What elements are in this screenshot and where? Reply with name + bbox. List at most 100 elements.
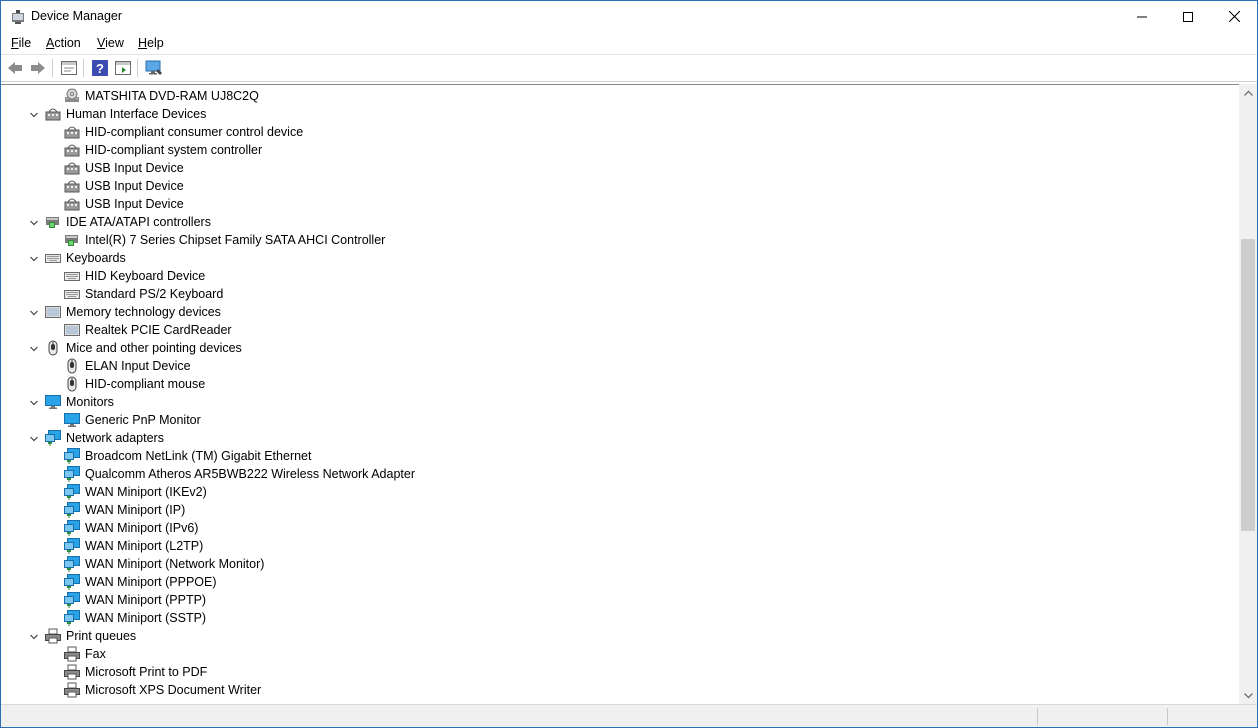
printer-icon bbox=[64, 682, 80, 698]
device-label: MATSHITA DVD-RAM UJ8C2Q bbox=[85, 89, 259, 103]
properties-button[interactable] bbox=[60, 59, 78, 77]
device-label: HID Keyboard Device bbox=[85, 269, 206, 283]
network-adapter-icon bbox=[64, 502, 80, 518]
help-button[interactable]: ? bbox=[91, 59, 109, 77]
device-label: Fax bbox=[85, 647, 106, 661]
chevron-down-icon[interactable] bbox=[29, 307, 39, 317]
tree-device-item[interactable]: HID Keyboard Device bbox=[1, 267, 1239, 285]
tree-device-item[interactable]: HID-compliant mouse bbox=[1, 375, 1239, 393]
back-button[interactable] bbox=[6, 59, 24, 77]
tree-device-item[interactable]: MATSHITA DVD-RAM UJ8C2Q bbox=[1, 87, 1239, 105]
tree-category[interactable]: Mice and other pointing devices bbox=[1, 339, 1239, 357]
tree-device-item[interactable]: USB Input Device bbox=[1, 195, 1239, 213]
tree-device-item[interactable]: Broadcom NetLink (TM) Gigabit Ethernet bbox=[1, 447, 1239, 465]
tree-device-item[interactable]: Intel(R) 7 Series Chipset Family SATA AH… bbox=[1, 231, 1239, 249]
chevron-down-icon[interactable] bbox=[29, 433, 39, 443]
toolbar-separator bbox=[52, 59, 53, 77]
tree-device-item[interactable]: WAN Miniport (PPTP) bbox=[1, 591, 1239, 609]
chevron-down-icon[interactable] bbox=[29, 397, 39, 407]
category-label: Monitors bbox=[66, 395, 114, 409]
chevron-down-icon[interactable] bbox=[29, 631, 39, 641]
status-separator bbox=[1167, 708, 1168, 725]
device-label: USB Input Device bbox=[85, 161, 184, 175]
tree-device-item[interactable]: Realtek PCIE CardReader bbox=[1, 321, 1239, 339]
title-bar[interactable]: Device Manager bbox=[1, 1, 1257, 32]
tree-device-item[interactable]: WAN Miniport (L2TP) bbox=[1, 537, 1239, 555]
tree-device-item[interactable]: WAN Miniport (IKEv2) bbox=[1, 483, 1239, 501]
help-icon: ? bbox=[92, 60, 108, 76]
tree-category[interactable]: Print queues bbox=[1, 627, 1239, 645]
close-icon bbox=[1228, 11, 1240, 22]
tree-device-item[interactable]: USB Input Device bbox=[1, 177, 1239, 195]
tree-device-item[interactable]: HID-compliant system controller bbox=[1, 141, 1239, 159]
forward-icon bbox=[31, 62, 45, 74]
toolbar-separator bbox=[137, 59, 138, 77]
menu-view[interactable]: View bbox=[97, 36, 124, 50]
category-label: Mice and other pointing devices bbox=[66, 341, 242, 355]
console-tree-button[interactable] bbox=[114, 59, 132, 77]
chevron-down-icon[interactable] bbox=[29, 343, 39, 353]
category-label: Memory technology devices bbox=[66, 305, 221, 319]
device-label: Broadcom NetLink (TM) Gigabit Ethernet bbox=[85, 449, 312, 463]
toolbar: ? bbox=[1, 55, 1257, 82]
tree-category[interactable]: Keyboards bbox=[1, 249, 1239, 267]
window-title: Device Manager bbox=[31, 9, 123, 23]
mouse-icon bbox=[45, 340, 61, 356]
forward-button[interactable] bbox=[29, 59, 47, 77]
tree-device-item[interactable]: WAN Miniport (SSTP) bbox=[1, 609, 1239, 627]
tree-category[interactable]: Network adapters bbox=[1, 429, 1239, 447]
device-label: HID-compliant system controller bbox=[85, 143, 263, 157]
tree-category[interactable]: IDE ATA/ATAPI controllers bbox=[1, 213, 1239, 231]
tree-category[interactable]: Monitors bbox=[1, 393, 1239, 411]
maximize-button[interactable] bbox=[1165, 1, 1211, 32]
mouse-icon bbox=[64, 376, 80, 392]
scroll-up-button[interactable] bbox=[1239, 84, 1257, 101]
device-label: HID-compliant consumer control device bbox=[85, 125, 304, 139]
tree-device-item[interactable]: ELAN Input Device bbox=[1, 357, 1239, 375]
menu-help[interactable]: Help bbox=[138, 36, 164, 50]
scan-hardware-button[interactable] bbox=[145, 59, 163, 77]
tree-device-item[interactable]: Microsoft XPS Document Writer bbox=[1, 681, 1239, 699]
tree-device-item[interactable]: WAN Miniport (PPPOE) bbox=[1, 573, 1239, 591]
tree-device-item[interactable]: Microsoft Print to PDF bbox=[1, 663, 1239, 681]
tree-device-item[interactable]: Qualcomm Atheros AR5BWB222 Wireless Netw… bbox=[1, 465, 1239, 483]
scroll-thumb[interactable] bbox=[1241, 239, 1255, 531]
menu-action[interactable]: Action bbox=[46, 36, 81, 50]
device-label: WAN Miniport (SSTP) bbox=[85, 611, 207, 625]
tree-device-item[interactable]: Standard PS/2 Keyboard bbox=[1, 285, 1239, 303]
chevron-down-icon[interactable] bbox=[29, 217, 39, 227]
close-button[interactable] bbox=[1211, 1, 1257, 32]
chevron-down-icon bbox=[1243, 692, 1253, 698]
tree-device-item[interactable]: USB Input Device bbox=[1, 159, 1239, 177]
minimize-button[interactable] bbox=[1119, 1, 1165, 32]
hid-icon bbox=[45, 106, 61, 122]
menu-bar: File Action View Help bbox=[1, 32, 1257, 55]
chevron-down-icon[interactable] bbox=[29, 253, 39, 263]
monitor-scan-icon bbox=[145, 60, 162, 75]
device-label: Realtek PCIE CardReader bbox=[85, 323, 232, 337]
scroll-down-button[interactable] bbox=[1239, 687, 1257, 704]
tree-device-item[interactable]: Generic PnP Monitor bbox=[1, 411, 1239, 429]
category-label: Human Interface Devices bbox=[66, 107, 207, 121]
hid-icon bbox=[64, 124, 80, 140]
chevron-down-icon[interactable] bbox=[29, 109, 39, 119]
device-label: Generic PnP Monitor bbox=[85, 413, 201, 427]
tree-device-item[interactable]: WAN Miniport (IP) bbox=[1, 501, 1239, 519]
tree-device-item[interactable]: WAN Miniport (IPv6) bbox=[1, 519, 1239, 537]
vertical-scrollbar[interactable] bbox=[1239, 84, 1257, 704]
tree-device-item[interactable]: WAN Miniport (Network Monitor) bbox=[1, 555, 1239, 573]
tree-category[interactable]: Human Interface Devices bbox=[1, 105, 1239, 123]
printer-icon bbox=[64, 646, 80, 662]
network-adapter-icon bbox=[64, 556, 80, 572]
device-label: ELAN Input Device bbox=[85, 359, 191, 373]
menu-file[interactable]: File bbox=[11, 36, 31, 50]
network-adapter-icon bbox=[64, 520, 80, 536]
ide-controller-icon bbox=[64, 232, 80, 248]
keyboard-icon bbox=[45, 250, 61, 266]
hid-icon bbox=[64, 196, 80, 212]
tree-device-item[interactable]: Fax bbox=[1, 645, 1239, 663]
device-label: WAN Miniport (IPv6) bbox=[85, 521, 199, 535]
tree-category[interactable]: Memory technology devices bbox=[1, 303, 1239, 321]
tree-device-item[interactable]: HID-compliant consumer control device bbox=[1, 123, 1239, 141]
device-tree[interactable]: MATSHITA DVD-RAM UJ8C2Q Human Interface D… bbox=[1, 84, 1239, 703]
